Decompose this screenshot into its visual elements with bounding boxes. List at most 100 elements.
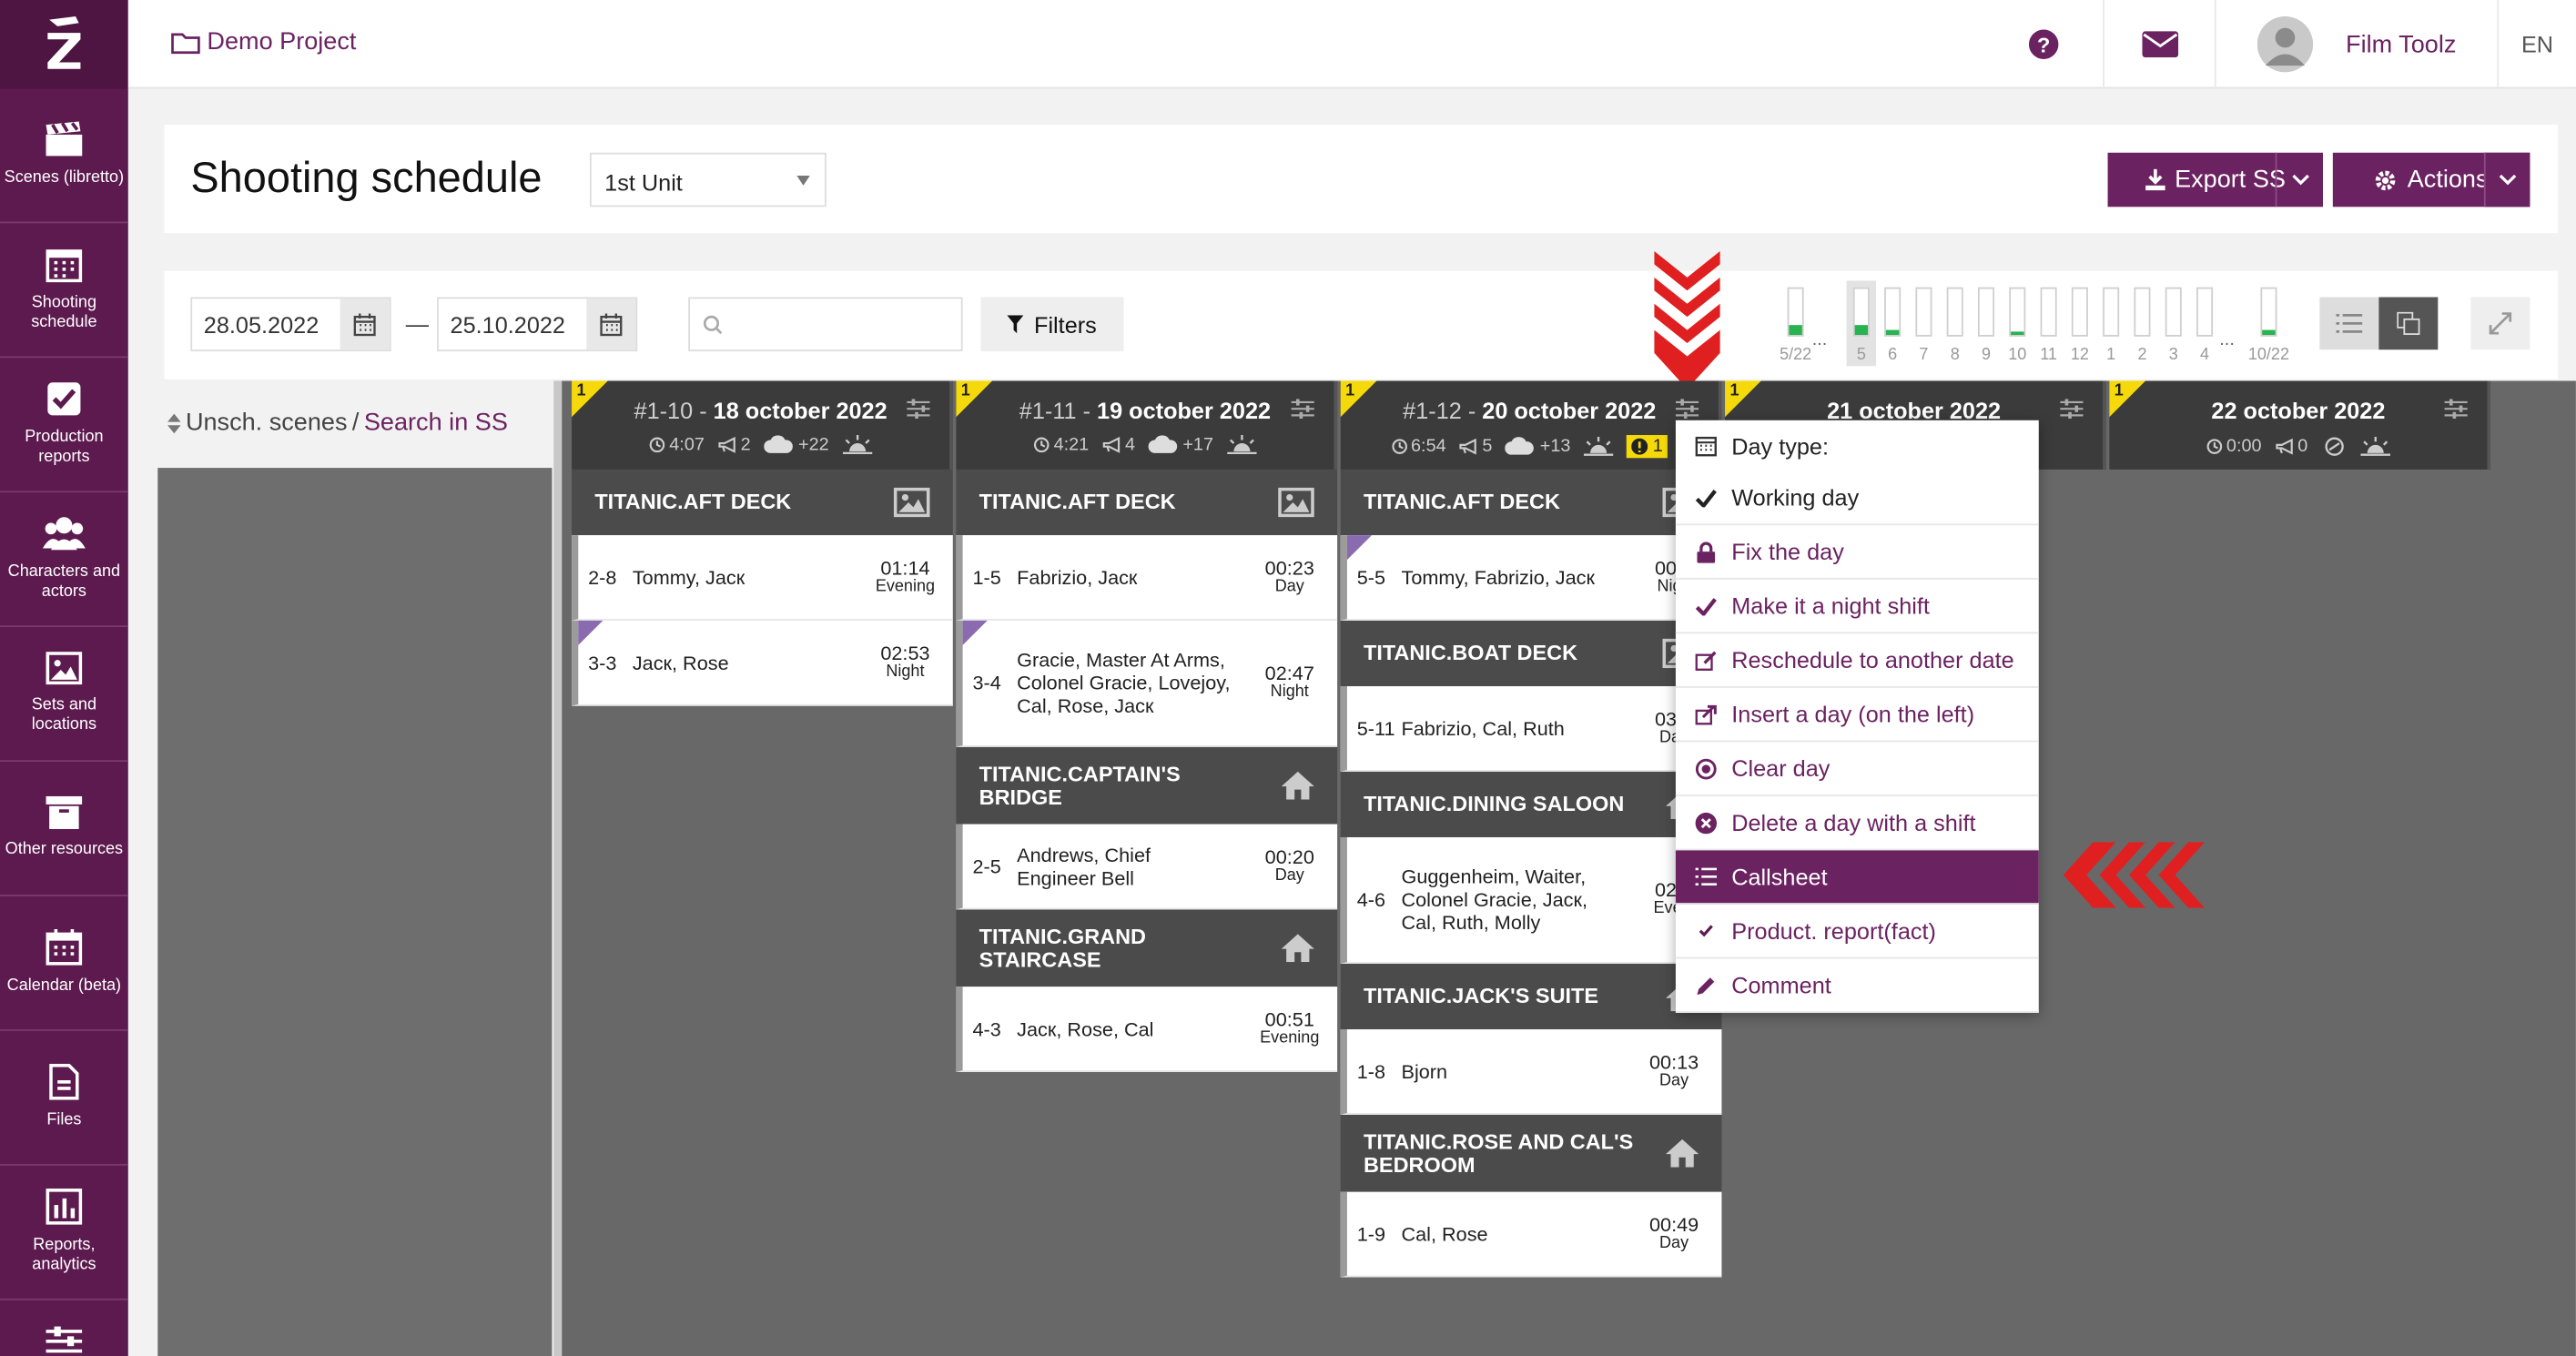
day-settings-icon[interactable]: [1291, 399, 1314, 419]
mini-day-bar[interactable]: [1787, 287, 1804, 337]
menu-item-comment[interactable]: Comment: [1675, 958, 2039, 1014]
mini-day-bar[interactable]: [2260, 287, 2277, 337]
sidebar-item-checkbox[interactable]: Production reports: [0, 358, 128, 493]
mini-day-bar[interactable]: [1852, 287, 1870, 337]
sidebar-item-bar-chart[interactable]: Reports, analytics: [0, 1166, 128, 1300]
actions-dropdown[interactable]: [2483, 152, 2530, 207]
sidebar-item-image[interactable]: Sets and locations: [0, 627, 128, 763]
warning-badge[interactable]: 1: [1626, 435, 1668, 459]
menu-item-make-it-a-night-shift[interactable]: Make it a night shift: [1675, 580, 2039, 634]
date-to-field[interactable]: 25.10.2022: [437, 297, 638, 352]
mini-day-bar[interactable]: [2196, 287, 2214, 337]
scene-characters: Fabrizio, Jacк: [1017, 565, 1138, 589]
sidebar-item-file[interactable]: Files: [0, 1031, 128, 1166]
sidebar-item-clapperboard[interactable]: Scenes (libretto): [0, 88, 128, 224]
menu-item-delete-a-day-with-a-shift[interactable]: Delete a day with a shift: [1675, 796, 2039, 851]
mini-day-bar[interactable]: [1946, 287, 1963, 337]
scene-row[interactable]: 4-3 Jacк, Rose, Cal 00:51 Evening: [956, 987, 1338, 1072]
list-view-button[interactable]: [2319, 297, 2379, 350]
copy-icon: [2397, 311, 2420, 335]
page-header: Shooting schedule 1st Unit Export SS Act…: [164, 125, 2559, 234]
calendar-icon[interactable]: [340, 299, 390, 350]
scene-row[interactable]: 5-5 Tommy, Fabrizio, Jacк 00:3 Nigh: [1340, 535, 1722, 621]
scene-row[interactable]: 1-8 Bjorn 00:13 Day: [1340, 1029, 1722, 1115]
day-context-menu: Day type: Working day Fix the day Make it a…: [1675, 420, 2039, 1014]
set-block-header[interactable]: TITANIC.AFT DECK: [956, 469, 1338, 536]
day-settings-icon[interactable]: [907, 399, 930, 419]
menu-item-callsheet[interactable]: Callsheet: [1675, 850, 2039, 905]
search-in-ss-link[interactable]: Search in SS: [364, 409, 508, 437]
set-block-header[interactable]: TITANIC.CAPTAIN'S BRIDGE: [956, 746, 1338, 825]
language-switch[interactable]: EN: [2497, 0, 2576, 89]
edit-icon: [1695, 649, 1717, 671]
day-settings-icon[interactable]: [1675, 399, 1699, 419]
project-link[interactable]: Demo Project: [171, 28, 356, 56]
set-block-header[interactable]: TITANIC.BOAT DECK: [1340, 620, 1722, 687]
day-header[interactable]: 1 #1-11 - 19 october 2022 4:21 4 +17: [956, 380, 1338, 470]
day-settings-icon[interactable]: [2060, 399, 2084, 419]
board-view-button[interactable]: [2378, 297, 2439, 350]
sidebar-item-settings[interactable]: [0, 1300, 128, 1356]
unit-select[interactable]: 1st Unit: [589, 152, 827, 207]
panel-splitter[interactable]: [553, 380, 563, 1356]
mini-day-bar[interactable]: [1915, 287, 1932, 337]
set-block-header[interactable]: TITANIC.AFT DECK: [1340, 469, 1722, 536]
menu-item-insert-a-day-on-the-left[interactable]: Insert a day (on the left): [1675, 688, 2039, 743]
set-block-header[interactable]: TITANIC.AFT DECK: [572, 469, 953, 536]
app-logo[interactable]: [0, 0, 128, 89]
sidebar-item-calendar[interactable]: Calendar (beta): [0, 896, 128, 1031]
mini-day-bar[interactable]: [2165, 287, 2182, 337]
scene-row[interactable]: 1-5 Fabrizio, Jacк 00:23 Day: [956, 535, 1338, 621]
scene-row[interactable]: 1-9 Cal, Rose 00:49 Day: [1340, 1191, 1722, 1278]
user-menu[interactable]: Film Toolz: [2214, 0, 2497, 89]
set-block-header[interactable]: TITANIC.DINING SALOON: [1340, 771, 1722, 837]
menu-item-reschedule-to-another-date[interactable]: Reschedule to another date: [1675, 633, 2039, 688]
set-block-header[interactable]: TITANIC.GRAND STAIRCASE: [956, 909, 1338, 987]
search-input[interactable]: [688, 297, 963, 352]
help-button[interactable]: ?: [1984, 0, 2103, 88]
mini-day-bar[interactable]: [2040, 287, 2057, 337]
sunrise-icon: [1583, 436, 1614, 457]
scene-timing: 00:23 Day: [1242, 557, 1337, 594]
scene-row[interactable]: 2-8 Tommy, Jacк 01:14 Evening: [572, 535, 953, 621]
mini-day-bar[interactable]: [2103, 287, 2120, 337]
set-block-header[interactable]: TITANIC.JACK'S SUITE: [1340, 963, 1722, 1030]
messages-button[interactable]: [2103, 0, 2215, 89]
mini-day-bar[interactable]: [1977, 287, 1995, 337]
day-weather: +17: [1148, 435, 1213, 455]
scene-row[interactable]: 2-5 Andrews, Chief Engineer Bell 00:20 Day: [956, 824, 1338, 910]
set-block-header[interactable]: TITANIC.ROSE AND CAL'S BEDROOM: [1340, 1114, 1722, 1192]
mini-day-bar[interactable]: [2009, 287, 2026, 337]
scene-row[interactable]: 4-6 Guggenheim, Waiter, Colonel Gracie, J…: [1340, 836, 1722, 964]
mini-day-bar[interactable]: [2071, 287, 2088, 337]
menu-item-clear-day[interactable]: Clear day: [1675, 742, 2039, 796]
menu-item-working-day[interactable]: Working day: [1675, 471, 2039, 526]
mini-day-bar[interactable]: [2134, 287, 2151, 337]
scene-row[interactable]: 3-4 Gracie, Master At Arms, Colonel Graci…: [956, 620, 1338, 747]
date-range-separator: —: [405, 309, 430, 337]
sidebar-item-archive[interactable]: Other resources: [0, 762, 128, 896]
menu-item-fix-the-day[interactable]: Fix the day: [1675, 525, 2039, 580]
date-from-field[interactable]: 28.05.2022: [190, 297, 391, 352]
sunrise-icon: [1226, 435, 1256, 455]
day-settings-icon[interactable]: [2444, 399, 2468, 419]
day-pages-value: 4: [1124, 435, 1136, 455]
menu-item-label: Callsheet: [1731, 863, 1828, 890]
menu-item-product-report-fact[interactable]: Product. report(fact): [1675, 905, 2039, 959]
export-ss-dropdown[interactable]: [2277, 153, 2323, 207]
date-from-value: 28.05.2022: [203, 311, 319, 339]
day-header[interactable]: 1 #1-12 - 20 october 2022 6:54 5 +13 1: [1340, 380, 1722, 470]
sidebar-item-users[interactable]: Characters and actors: [0, 492, 128, 628]
day-header[interactable]: 1 #1-10 - 18 october 2022 4:07 2 +22: [572, 380, 953, 470]
scene-row[interactable]: 5-11 Fabrizio, Cal, Ruth 03:0 Day: [1340, 686, 1722, 772]
scene-row[interactable]: 3-3 Jacк, Rose 02:53 Night: [572, 620, 953, 706]
unscheduled-label[interactable]: Unsch. scenes: [186, 409, 348, 437]
mini-day-bar[interactable]: [1884, 287, 1902, 337]
sidebar-item-label: Other resources: [5, 840, 124, 859]
sidebar-item-calendar-grid[interactable]: Shooting schedule: [0, 223, 128, 359]
filters-button[interactable]: Filters: [980, 297, 1124, 352]
fullscreen-button[interactable]: [2470, 297, 2530, 350]
day-header[interactable]: 1 22 october 2022 0:00 0: [2109, 380, 2491, 470]
calendar-icon[interactable]: [586, 299, 636, 350]
clock-icon: [1391, 439, 1407, 455]
